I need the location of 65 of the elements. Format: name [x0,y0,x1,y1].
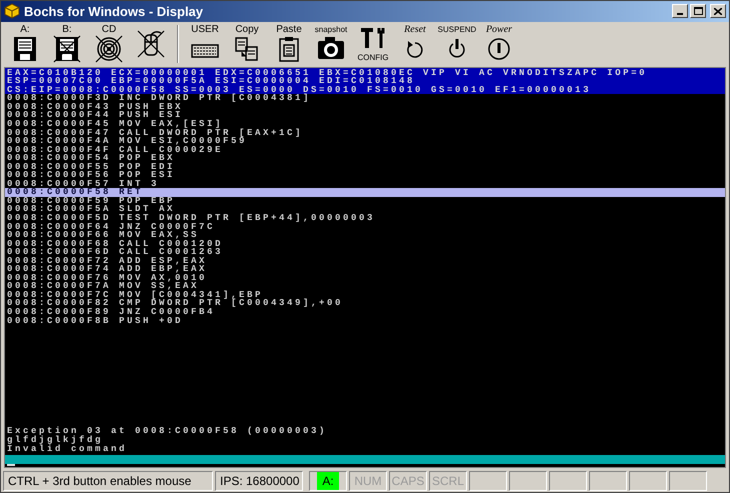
disassembly-line[interactable]: 0008:C0000F66 MOV EAX,SS [7,231,725,240]
disassembly-line[interactable]: 0008:C0000F4F CALL C000029E [7,146,725,154]
register-line: CS:EIP=0008:C0000F58 SS=0003 ES=0000 DS=0010 FS=0010 GS=0010 EF1=00000013 [7,86,592,94]
disassembly-line[interactable]: 0008:C0000F54 POP EBX [7,154,725,163]
disassembly-line[interactable]: 0008:C0000F57 INT 3 [7,180,725,188]
close-button[interactable] [710,4,726,18]
paste-button[interactable]: Paste [269,23,309,66]
disassembly-line[interactable]: 0008:C0000F7C MOV [C0004341],EBP [7,290,725,300]
user-button[interactable]: USER [185,23,225,66]
copy-button[interactable]: Copy [227,23,267,66]
disassembly-line[interactable]: 0008:C0000F5D TEST DWORD PTR [EBP+44],00000003 [7,214,725,223]
disassembly-line[interactable]: 0008:C0000F7A MOV SS,EAX [7,282,725,291]
disassembly-line[interactable]: 0008:C0000F82 CMP DWORD PTR [C0004349],+00 [7,299,725,308]
disassembly-line[interactable]: 0008:C0000F72 ADD ESP,EAX [7,256,725,266]
minimize-icon [677,13,683,16]
text-cursor [7,464,15,466]
status-panel [469,471,507,492]
cube-icon [4,3,20,20]
disassembly-line[interactable]: 0008:C0000F56 POP ESI [7,171,725,180]
status-panel [669,471,707,492]
disassembly-line[interactable]: 0008:C0000F89 JNZ C0000FB4 [7,308,725,317]
floppy-button[interactable]: A: [5,23,45,66]
maximize-button[interactable] [690,4,706,18]
disassembly-line[interactable]: 0008:C0000F68 CALL C000120D [7,240,725,248]
window-title: Bochs for Windows - Display [24,2,204,21]
console-message: Invalid command [7,444,128,454]
disassembly-line[interactable]: 0008:C0000F44 PUSH ESI [7,111,725,120]
disassembly-line[interactable]: 0008:C0000F74 ADD EBP,EAX [7,265,725,274]
status-indicator: SCRL [429,471,467,492]
reset-button[interactable]: Reset [395,23,435,66]
copy-icon [233,35,261,64]
close-icon [714,8,722,15]
status-panel [589,471,627,492]
power-button[interactable]: Power [479,23,519,66]
disassembly-line[interactable]: 0008:C0000F4A MOV ESI,C0000F59 [7,137,725,146]
maximize-icon [694,7,702,16]
floppy-button[interactable]: B: [47,23,87,66]
status-panel [509,471,547,492]
register-line: ESP=00007C00 EBP=00000F5A ESI=C0000004 EDI=C0108148 [7,77,416,86]
status-panel [549,471,587,492]
status-panel [629,471,667,492]
disassembly-line[interactable]: 0008:C0000F59 POP EBP [7,196,725,206]
status-indicator: A: [317,472,339,490]
cdrom-button[interactable]: CD [89,23,129,66]
snapshot-button[interactable]: snapshot [311,23,351,66]
console-message: glfdjglkjfdg [7,436,104,445]
status-text: IPS: 16800000 [215,471,303,492]
status-indicator: CAPS [389,471,427,492]
disassembly-line[interactable]: 0008:C0000F6D CALL C0001263 [7,248,725,257]
disassembly-line[interactable]: 0008:C0000F76 MOV AX,0010 [7,274,725,282]
status-indicator: NUM [349,471,387,492]
register-line: EAX=C010B120 ECX=00000001 EDX=C0006651 EBX=C01080EC VIP VI AC VRNODITSZAPC IOP=0 [7,68,648,78]
disassembly-line[interactable]: 0008:C0000F8B PUSH +0D [7,316,725,326]
minimize-button[interactable] [672,4,688,18]
console-message: Exception 03 at 0008:C0000F58 (00000003) [7,427,328,436]
status-text: CTRL + 3rd button enables mouse [3,471,213,492]
disassembly-line[interactable]: 0008:C0000F5A SLDT AX [7,205,725,214]
disassembly-line[interactable]: 0008:C0000F55 POP EDI [7,162,725,172]
config-button[interactable]: CONFIG [353,23,393,66]
disassembly-line[interactable]: 0008:C0000F43 PUSH EBX [7,102,725,112]
disassembly-line[interactable]: 0008:C0000F3D INC DWORD PTR [C0004381] [7,94,725,103]
disassembly-line[interactable]: 0008:C0000F47 CALL DWORD PTR [EAX+1C] [7,128,725,138]
disassembly-line[interactable]: 0008:C0000F45 MOV EAX,[ESI] [7,120,725,129]
suspend-button[interactable]: SUSPEND [437,23,477,66]
disassembly-line[interactable]: 0008:C0000F64 JNZ C0000F7C [7,222,725,232]
